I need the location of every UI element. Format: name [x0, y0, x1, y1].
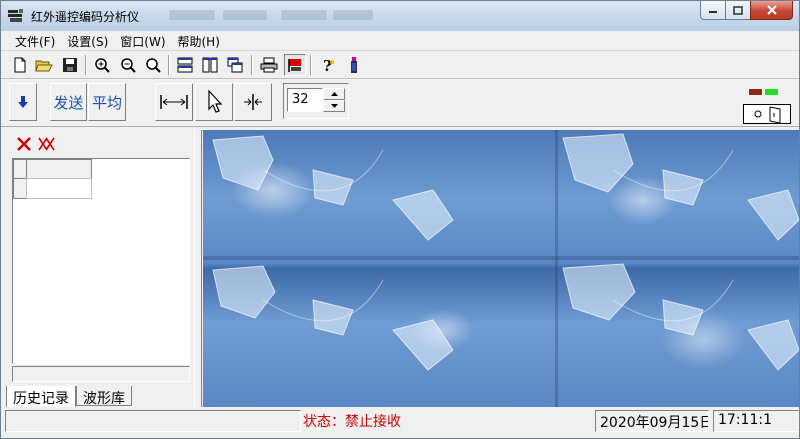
minimize-button[interactable] [700, 1, 726, 20]
horizontal-scrollbar[interactable] [12, 366, 190, 382]
menu-settings[interactable]: 设置(S) [61, 31, 114, 50]
average-button[interactable]: 平均 [88, 83, 126, 121]
new-file-icon [14, 57, 26, 73]
printer-icon [260, 57, 278, 73]
zoom-in-icon [95, 58, 110, 73]
title-ghost-text [333, 10, 373, 20]
left-tabs: 历史记录 波形库 [6, 386, 132, 408]
magnifier-icon [146, 58, 161, 73]
toolbar-separator [310, 55, 312, 75]
zoom-in-button[interactable] [91, 54, 113, 76]
title-ghost-text [223, 10, 267, 20]
arrow-down-icon [18, 96, 28, 108]
left-panel: 历史记录 波形库 [6, 130, 194, 408]
horizontal-measure-icon [160, 95, 188, 109]
cascade-button[interactable] [224, 54, 246, 76]
title-bar[interactable]: 红外遥控编码分析仪 [1, 1, 799, 31]
tile-vertical-icon [202, 57, 218, 73]
send-button[interactable]: 发送 [50, 83, 87, 121]
toggle-switch-icon [754, 106, 781, 124]
status-time: 17:11:1 [713, 410, 799, 432]
maximize-button[interactable] [725, 1, 751, 20]
open-file-button[interactable] [33, 54, 55, 76]
grid-header-cell[interactable] [26, 159, 92, 179]
panel-splitter[interactable] [194, 130, 202, 407]
download-button[interactable] [9, 83, 37, 121]
close-icon [766, 5, 777, 15]
cascade-icon [227, 57, 243, 73]
background-pattern [212, 133, 799, 371]
tile-vertical-button[interactable] [199, 54, 221, 76]
close-button[interactable] [750, 1, 793, 20]
signal-indicator [743, 83, 791, 101]
maximize-icon [733, 5, 743, 15]
menu-help[interactable]: 帮助(H) [172, 31, 226, 50]
title-ghost-text [169, 10, 215, 20]
caret-up-icon [330, 92, 338, 96]
tab-waveform-library[interactable]: 波形库 [76, 386, 132, 407]
switch-toggle[interactable] [743, 104, 791, 124]
status-bar: 状态：禁止接收 2020年09月15日 17:11:1 [1, 407, 799, 438]
save-button[interactable] [59, 54, 81, 76]
flag-icon [288, 59, 301, 72]
delete-all-icon [38, 137, 55, 151]
toolbar-separator [85, 55, 87, 75]
delete-button[interactable] [16, 136, 32, 155]
record-flag-button[interactable] [284, 54, 306, 76]
toolbar-separator [251, 55, 253, 75]
print-button[interactable] [258, 54, 280, 76]
spin-down-button[interactable] [323, 100, 345, 112]
spin-up-button[interactable] [323, 88, 345, 100]
about-button[interactable] [343, 54, 365, 76]
zoom-out-button[interactable] [117, 54, 139, 76]
new-file-button[interactable] [9, 54, 31, 76]
menu-bar: 文件(F) 设置(S) 窗口(W) 帮助(H) [1, 31, 799, 51]
menu-file[interactable]: 文件(F) [9, 31, 61, 50]
menu-window[interactable]: 窗口(W) [114, 31, 171, 50]
status-blank-field [5, 410, 301, 432]
tools-icon [351, 57, 357, 73]
sample-count-stepper[interactable] [323, 88, 345, 112]
caret-down-icon [330, 104, 338, 108]
help-button[interactable]: ? [317, 54, 339, 76]
hand-pointer-icon [208, 89, 223, 113]
status-text: 状态：禁止接收 [303, 414, 401, 430]
delete-all-button[interactable] [38, 136, 56, 155]
tile-horizontal-button[interactable] [174, 54, 196, 76]
tile-horizontal-icon [177, 57, 193, 73]
zoom-fit-button[interactable] [142, 54, 164, 76]
window-title: 红外遥控编码分析仪 [31, 10, 140, 24]
status-date: 2020年09月15日 [595, 410, 709, 432]
open-folder-icon [35, 60, 53, 72]
measure-span-button[interactable] [155, 83, 193, 121]
title-ghost-text [281, 10, 327, 20]
app-icon [7, 8, 25, 24]
tab-history[interactable]: 历史记录 [6, 386, 76, 408]
toolbar-separator [168, 55, 170, 75]
zoom-out-icon [121, 58, 136, 73]
sample-count-input[interactable]: 32 [287, 88, 323, 112]
minimize-icon [709, 11, 717, 13]
help-icon: ? [323, 57, 334, 73]
led-indicator-icon [749, 89, 778, 95]
save-icon [63, 58, 77, 72]
history-list[interactable] [12, 158, 190, 364]
action-toolbar: 发送 平均 32 [1, 80, 799, 127]
main-toolbar: ? [1, 52, 799, 79]
grid-cell[interactable] [26, 178, 92, 199]
grid-corner-cell [13, 159, 27, 179]
pointer-button[interactable] [195, 83, 233, 121]
delete-icon [17, 137, 31, 151]
app-window: 红外遥控编码分析仪 文件(F) 设置(S) 窗口(W) 帮助(H) ? 发送 平… [0, 0, 800, 439]
svg-text:?: ? [323, 57, 332, 73]
shrink-span-button[interactable] [234, 83, 272, 121]
vertical-divider-icon [244, 94, 262, 110]
grid-row-header[interactable] [13, 178, 27, 199]
waveform-canvas[interactable] [203, 130, 799, 407]
